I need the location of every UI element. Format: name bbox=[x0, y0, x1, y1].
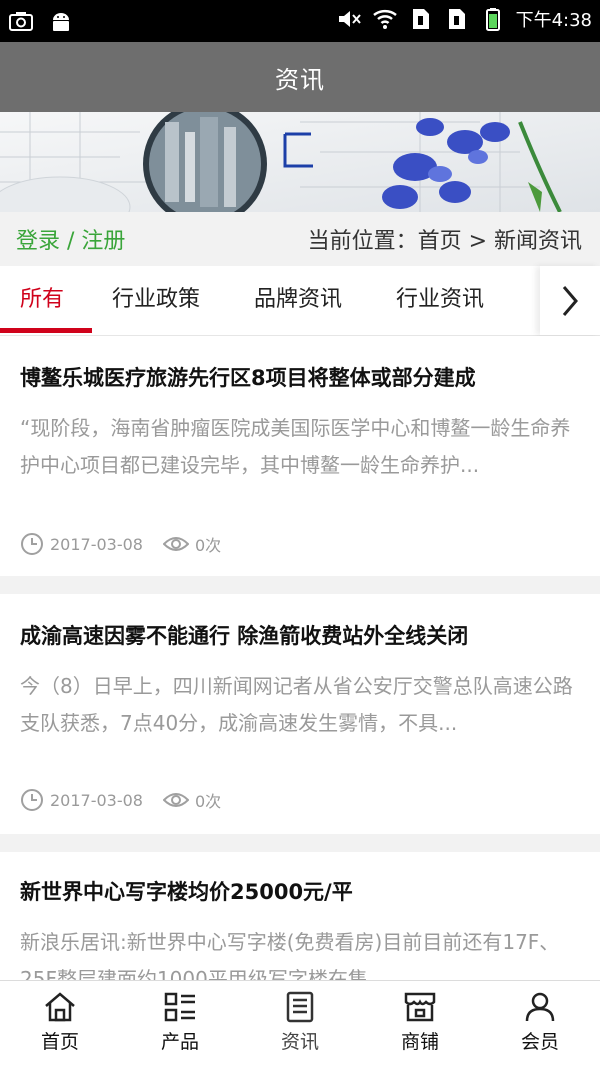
bottom-nav: 首页 产品 资讯 商铺 会员 bbox=[0, 980, 600, 1067]
home-icon bbox=[45, 992, 75, 1022]
tab-industry-news[interactable]: 行业资讯 bbox=[396, 266, 484, 336]
tab-all[interactable]: 所有 bbox=[20, 266, 64, 336]
article-views: 0次 bbox=[194, 792, 222, 811]
nav-products-label: 产品 bbox=[160, 1031, 199, 1053]
auth-links: 登录 / 注册 bbox=[16, 223, 125, 255]
nav-shops[interactable]: 商铺 bbox=[360, 981, 480, 1067]
article-views: 0次 bbox=[194, 536, 222, 555]
location-bar: 登录 / 注册 当前位置：首页 > 新闻资讯 bbox=[0, 212, 600, 266]
article-card[interactable]: 新世界中心写字楼均价25000元/平 新浪乐居讯:新世界中心写字楼(免费看房)目… bbox=[0, 852, 600, 980]
active-tab-indicator bbox=[0, 328, 92, 333]
article-meta: 2017-03-08 0次 bbox=[20, 532, 241, 556]
article-card[interactable]: 成渝高速因雾不能通行 除渔箭收费站外全线关闭 今（8）日早上，四川新闻网记者从省… bbox=[0, 594, 600, 834]
category-tabs: 所有 行业政策 品牌资讯 行业资讯 bbox=[0, 266, 600, 336]
wifi-icon bbox=[372, 9, 397, 29]
camera-icon bbox=[9, 12, 33, 31]
status-bar: 下午4:38 bbox=[0, 0, 600, 42]
article-date: 2017-03-08 bbox=[50, 790, 143, 810]
page-title: 资讯 bbox=[275, 65, 325, 94]
article-title[interactable]: 新世界中心写字楼均价25000元/平 bbox=[20, 876, 560, 906]
news-icon bbox=[286, 991, 314, 1023]
battery-icon bbox=[485, 8, 500, 31]
nav-shops-label: 商铺 bbox=[400, 1031, 439, 1053]
chevron-right-icon bbox=[562, 285, 578, 316]
sim1-icon bbox=[412, 9, 429, 29]
article-summary: 今（8）日早上，四川新闻网记者从省公安厅交警总队高速公路支队获悉，7点40分，成… bbox=[20, 674, 573, 735]
nav-news-label: 资讯 bbox=[280, 1031, 319, 1053]
nav-news[interactable]: 资讯 bbox=[240, 981, 360, 1067]
page-header: 资讯 bbox=[0, 42, 600, 112]
auth-separator: / bbox=[60, 229, 82, 254]
article-summary: 新浪乐居讯:新世界中心写字楼(免费看房)目前目前还有17F、25F整层建面约10… bbox=[20, 930, 560, 980]
nav-home-label: 首页 bbox=[40, 1031, 79, 1053]
nav-member-label: 会员 bbox=[520, 1031, 559, 1053]
clock-icon bbox=[21, 789, 43, 811]
tab-brand-news[interactable]: 品牌资讯 bbox=[254, 266, 342, 336]
register-link[interactable]: 注册 bbox=[81, 229, 125, 254]
member-icon bbox=[525, 992, 555, 1022]
product-list-icon bbox=[164, 992, 195, 1022]
shop-icon bbox=[404, 992, 436, 1022]
login-link[interactable]: 登录 bbox=[16, 229, 60, 254]
eye-icon bbox=[162, 793, 189, 807]
mute-icon bbox=[338, 11, 361, 27]
nav-member[interactable]: 会员 bbox=[480, 981, 600, 1067]
article-title[interactable]: 博鳌乐城医疗旅游先行区8项目将整体或部分建成 bbox=[20, 362, 560, 392]
tab-overflow-fade bbox=[520, 266, 540, 335]
article-summary: “现阶段，海南省肿瘤医院成美国际医学中心和博鳌一龄生命养护中心项目都已建设完毕，… bbox=[20, 416, 571, 477]
article-date: 2017-03-08 bbox=[50, 534, 143, 554]
clock-icon bbox=[21, 533, 43, 555]
banner-image bbox=[0, 112, 600, 212]
article-card[interactable]: 博鳌乐城医疗旅游先行区8项目将整体或部分建成 “现阶段，海南省肿瘤医院成美国际医… bbox=[0, 336, 600, 576]
tab-industry-policy[interactable]: 行业政策 bbox=[112, 266, 200, 336]
article-meta: 2017-03-08 0次 bbox=[20, 788, 241, 812]
clock: 下午4:38 bbox=[515, 10, 592, 31]
breadcrumb: 当前位置：首页 > 新闻资讯 bbox=[307, 229, 582, 254]
nav-products[interactable]: 产品 bbox=[120, 981, 240, 1067]
eye-icon bbox=[162, 537, 189, 551]
nav-home[interactable]: 首页 bbox=[0, 981, 120, 1067]
android-icon bbox=[53, 13, 69, 31]
article-title[interactable]: 成渝高速因雾不能通行 除渔箭收费站外全线关闭 bbox=[20, 620, 560, 650]
banner-illustration bbox=[0, 112, 600, 212]
tab-scroll-right-button[interactable] bbox=[540, 266, 600, 335]
sim2-icon bbox=[448, 9, 465, 29]
